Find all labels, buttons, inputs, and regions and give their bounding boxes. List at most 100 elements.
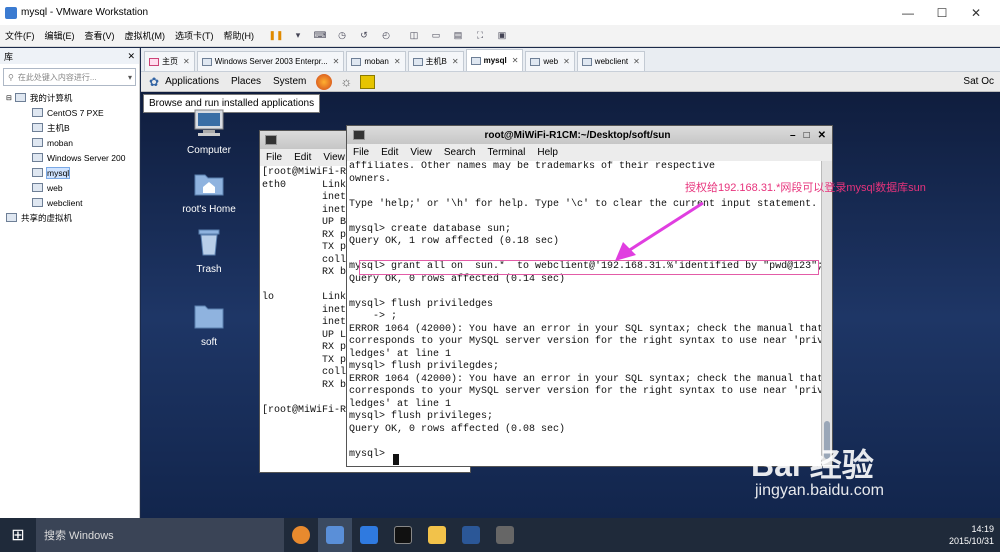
tree-node-my-computer[interactable]: ⊟ 我的计算机: [0, 90, 139, 105]
minimize-button[interactable]: —: [891, 0, 925, 25]
close-icon[interactable]: ✕: [818, 130, 826, 141]
taskbar-app-media[interactable]: [488, 518, 522, 552]
fullscreen-icon[interactable]: ⛶: [471, 28, 489, 44]
terminal-line: ERROR 1064 (42000): You have an error in…: [349, 323, 822, 335]
menu-file[interactable]: File: [266, 152, 282, 163]
terminal-lines: affiliates. Other names may be trademark…: [347, 161, 822, 466]
revert-snapshot-icon[interactable]: ↺: [355, 28, 373, 44]
taskbar-app-word[interactable]: [454, 518, 488, 552]
desktop-icon-computer[interactable]: Computer: [171, 108, 247, 156]
help-icon[interactable]: ☼: [340, 74, 352, 89]
close-tab-icon[interactable]: ✕: [512, 56, 519, 65]
menu-vm[interactable]: 虚拟机(M): [120, 29, 171, 42]
taskbar-search[interactable]: 搜索 Windows: [36, 518, 284, 552]
menu-search[interactable]: Search: [444, 147, 476, 158]
panel-clock[interactable]: Sat Oc: [963, 76, 994, 87]
guest-display[interactable]: ✿ Applications Places System ☼ Sat Oc Br…: [141, 72, 1000, 518]
tree-node-winserver[interactable]: Windows Server 200: [0, 150, 139, 165]
tree-node-centos[interactable]: CentOS 7 PXE: [0, 105, 139, 120]
desktop-icon-home[interactable]: root's Home: [171, 167, 247, 215]
windows-taskbar: ⊞ 搜索 Windows 14:19 2015/10/31: [0, 518, 1000, 552]
menu-tabs[interactable]: 选项卡(T): [170, 29, 219, 42]
tab-hostb[interactable]: 主机B ✕: [407, 51, 464, 71]
menu-edit[interactable]: 编辑(E): [40, 29, 80, 42]
tab-home[interactable]: 主页 ✕: [144, 51, 195, 71]
close-tab-icon[interactable]: ✕: [183, 57, 190, 66]
snapshot-manager-icon[interactable]: ◴: [377, 28, 395, 44]
tab-web[interactable]: web ✕: [525, 51, 575, 71]
snapshot-icon[interactable]: ◷: [333, 28, 351, 44]
tree-node-webclient[interactable]: webclient: [0, 195, 139, 210]
menu-terminal[interactable]: Terminal: [488, 147, 526, 158]
tab-moban[interactable]: moban ✕: [346, 51, 406, 71]
chevron-down-icon[interactable]: ▾: [128, 73, 132, 82]
menu-view[interactable]: View: [410, 147, 432, 158]
taskbar-clock[interactable]: 14:19 2015/10/31: [949, 523, 994, 547]
close-tab-icon[interactable]: ✕: [563, 57, 570, 66]
menu-places[interactable]: Places: [231, 76, 261, 87]
gnome-panel: ✿ Applications Places System ☼ Sat Oc: [141, 72, 1000, 92]
close-tab-icon[interactable]: ✕: [452, 57, 459, 66]
dropdown-icon[interactable]: ▾: [289, 28, 307, 44]
terminal-line: Query OK, 0 rows affected (0.14 sec): [349, 273, 566, 285]
menu-file[interactable]: 文件(F): [0, 29, 40, 42]
tree-node-web[interactable]: web: [0, 180, 139, 195]
quick-switch-icon[interactable]: ▭: [427, 28, 445, 44]
computer-icon: [194, 109, 224, 136]
tree-node-hostb[interactable]: 主机B: [0, 120, 139, 135]
menubar: 文件(F) 编辑(E) 查看(V) 虚拟机(M) 选项卡(T) 帮助(H) ❚❚…: [0, 25, 1000, 47]
close-tab-icon[interactable]: ✕: [633, 57, 640, 66]
library-view-icon[interactable]: ◫: [405, 28, 423, 44]
menu-system[interactable]: System: [273, 76, 306, 87]
vm-icon: [32, 168, 43, 177]
thumbnail-icon[interactable]: ▤: [449, 28, 467, 44]
taskbar-app-notes[interactable]: [352, 518, 386, 552]
close-library-icon[interactable]: ✕: [127, 51, 135, 62]
tab-webclient[interactable]: webclient ✕: [576, 51, 645, 71]
maximize-icon[interactable]: □: [804, 130, 810, 141]
taskbar-app-browser[interactable]: [284, 518, 318, 552]
menu-edit[interactable]: Edit: [294, 152, 311, 163]
close-tab-icon[interactable]: ✕: [333, 57, 340, 66]
taskbar-search-placeholder: 搜索 Windows: [44, 530, 114, 542]
taskbar-app-vmware[interactable]: [318, 518, 352, 552]
close-button[interactable]: ✕: [959, 0, 993, 25]
terminal-icon: [265, 135, 277, 145]
taskbar-app-explorer[interactable]: [420, 518, 454, 552]
collapse-icon[interactable]: ⊟: [6, 94, 12, 102]
tab-winserver[interactable]: Windows Server 2003 Enterpr... ✕: [196, 51, 345, 71]
menu-file[interactable]: File: [353, 147, 369, 158]
taskbar-app-terminal[interactable]: [386, 518, 420, 552]
library-search[interactable]: ⚲ 在此处键入内容进行... ▾: [3, 68, 136, 86]
tree-node-mysql[interactable]: mysql: [0, 165, 139, 180]
vm-icon: [32, 138, 43, 147]
desktop-icon-trash[interactable]: Trash: [171, 227, 247, 275]
menu-help[interactable]: Help: [537, 147, 558, 158]
library-panel: 库 ✕ ⚲ 在此处键入内容进行... ▾ ⊟ 我的计算机 CentOS 7 PX…: [0, 48, 140, 518]
unity-icon[interactable]: ▣: [493, 28, 511, 44]
menu-help[interactable]: 帮助(H): [219, 29, 260, 42]
firefox-icon[interactable]: [316, 73, 333, 90]
terminal-window-mysql[interactable]: root@MiWiFi-R1CM:~/Desktop/soft/sun – □ …: [346, 125, 833, 467]
windows-start-icon[interactable]: ⊞: [0, 518, 36, 552]
gnome-foot-icon[interactable]: ✿: [149, 75, 159, 89]
tree-node-shared[interactable]: 共享的虚拟机: [0, 210, 139, 225]
shared-vm-icon: [6, 213, 17, 222]
menu-view[interactable]: View: [323, 152, 345, 163]
tree-node-moban[interactable]: moban: [0, 135, 139, 150]
desktop-icon-soft[interactable]: soft: [171, 300, 247, 348]
send-keys-icon[interactable]: ⌨: [311, 28, 329, 44]
search-icon: ⚲: [8, 72, 14, 82]
pause-icon[interactable]: ❚❚: [267, 28, 285, 44]
menu-edit[interactable]: Edit: [381, 147, 398, 158]
notes-icon[interactable]: [360, 74, 376, 89]
tab-mysql[interactable]: mysql ✕: [465, 49, 524, 71]
terminal-scrollbar[interactable]: [821, 161, 832, 466]
maximize-button[interactable]: ☐: [925, 0, 959, 25]
minimize-icon[interactable]: –: [790, 130, 796, 141]
tree-node-label: web: [47, 182, 63, 193]
close-tab-icon[interactable]: ✕: [394, 57, 401, 66]
menu-view[interactable]: 查看(V): [80, 29, 120, 42]
menu-applications[interactable]: Applications: [165, 76, 219, 87]
